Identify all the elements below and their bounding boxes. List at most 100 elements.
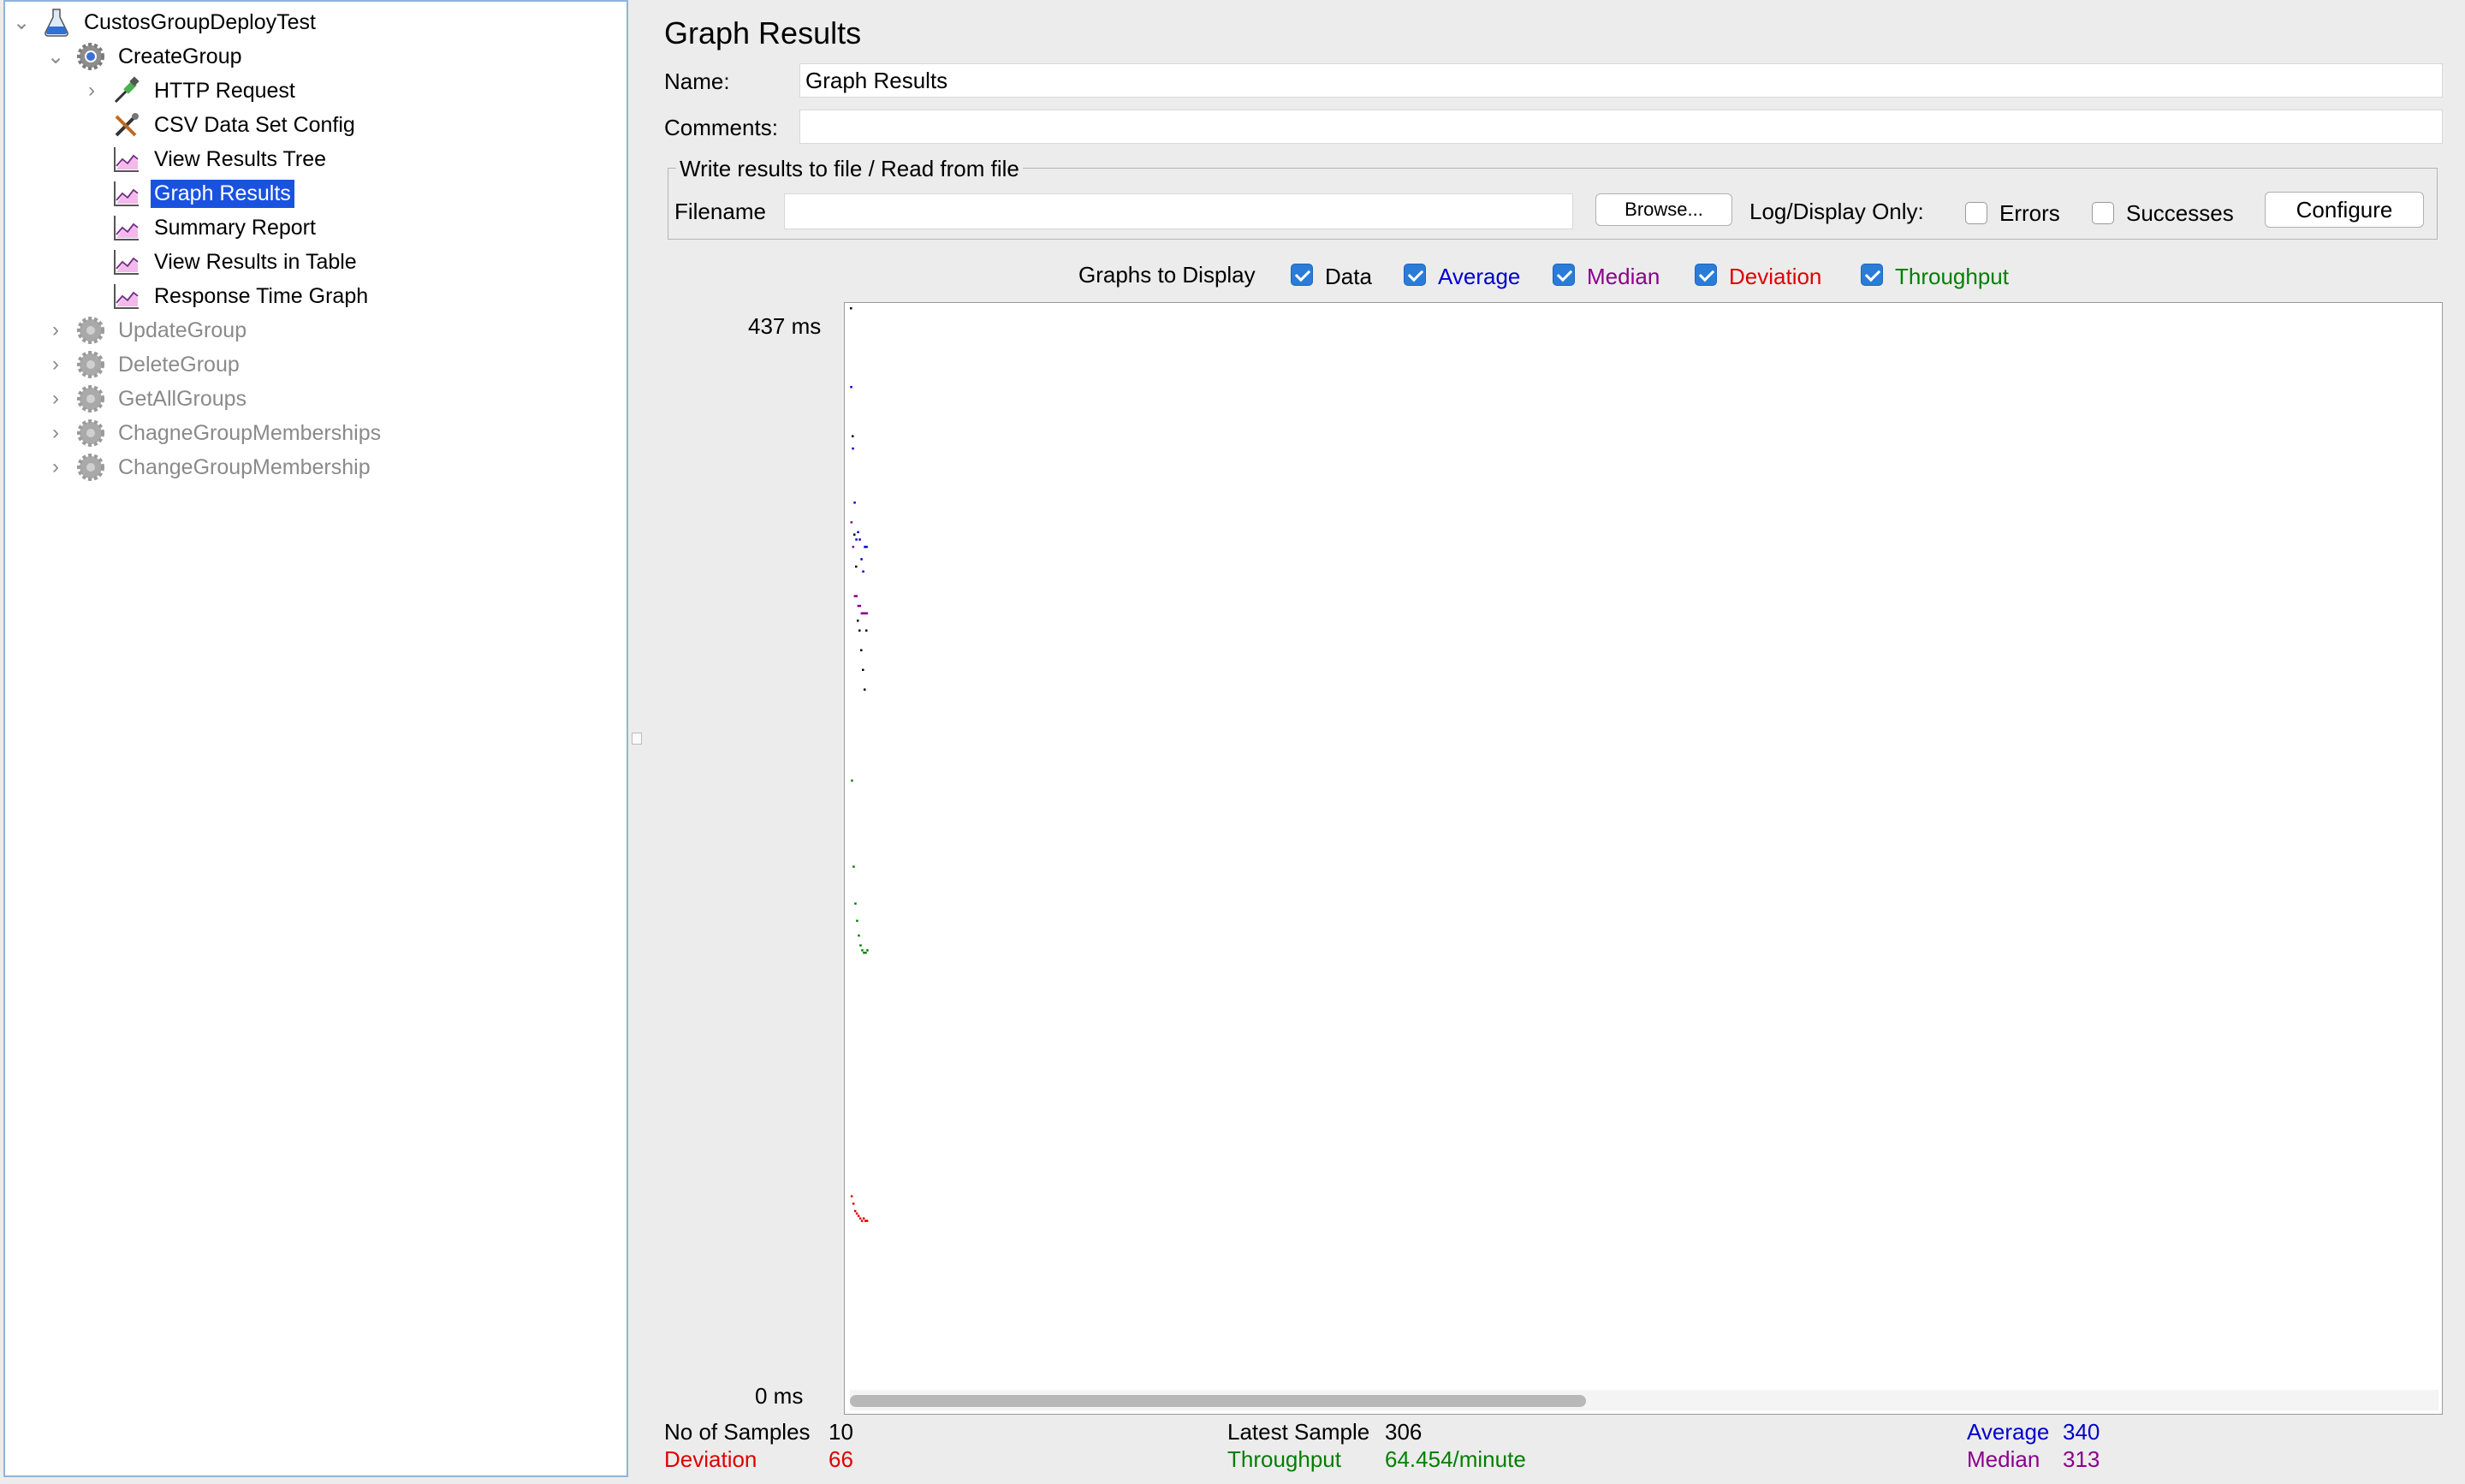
data-point-average: [857, 531, 859, 534]
data-point-throughput: [851, 779, 853, 782]
gear-icon: [75, 349, 106, 380]
data-point-deviation: [853, 1209, 857, 1213]
test-plan-tree[interactable]: ⌄ CustosGroupDeployTest ⌄ CreateGroup › …: [3, 0, 628, 1477]
data-checkbox[interactable]: [1291, 264, 1313, 286]
scrollbar-thumb[interactable]: [850, 1395, 1586, 1407]
tree-root[interactable]: ⌄ CustosGroupDeployTest: [12, 5, 319, 39]
data-point-throughput: [858, 934, 860, 937]
data-point-average: [862, 570, 864, 573]
successes-checkbox[interactable]: [2092, 202, 2114, 224]
tree-item-summary-report[interactable]: Summary Report: [82, 211, 319, 245]
data-point-throughput: [859, 944, 862, 947]
browse-button[interactable]: Browse...: [1595, 193, 1732, 226]
data-point-median: [855, 595, 858, 597]
tree-item-label: HTTP Request: [154, 78, 295, 103]
graph-icon: [111, 144, 142, 175]
tree-item-label: Summary Report: [154, 215, 316, 240]
tree-item-view-results-in-table[interactable]: View Results in Table: [82, 245, 360, 279]
gear-icon: [75, 41, 106, 72]
latest-sample-label: Latest Sample: [1227, 1419, 1370, 1445]
comments-field[interactable]: [799, 110, 2443, 144]
tree-item-label: UpdateGroup: [118, 318, 247, 342]
data-point-data: [850, 307, 852, 310]
data-point-median: [852, 545, 855, 549]
tree-item-creategroup[interactable]: ⌄ CreateGroup: [46, 39, 246, 74]
tree-item-csv-data-set-config[interactable]: CSV Data Set Config: [82, 108, 359, 142]
page-title: Graph Results: [664, 15, 862, 50]
tree-item-http-request[interactable]: › HTTP Request: [82, 74, 299, 108]
tree-item-deletegroup[interactable]: › DeleteGroup: [46, 347, 243, 382]
chevron-down-icon[interactable]: ⌄: [12, 10, 31, 35]
tree-item-label: CSV Data Set Config: [154, 112, 355, 137]
flask-icon: [41, 7, 72, 38]
median-option-label: Median: [1587, 264, 1660, 289]
latest-sample-value: 306: [1385, 1419, 1423, 1445]
data-point-median: [858, 604, 862, 608]
pipette-icon: [111, 75, 142, 106]
graphs-to-display-label: Graphs to Display: [1078, 262, 1256, 288]
tree-item-view-results-tree[interactable]: View Results Tree: [82, 142, 330, 176]
chevron-right-icon[interactable]: ›: [46, 387, 65, 411]
chevron-down-icon[interactable]: ⌄: [46, 45, 65, 69]
data-point-data: [853, 533, 856, 536]
graph-horizontal-scrollbar[interactable]: [850, 1390, 2438, 1410]
tree-item-label: View Results Tree: [154, 146, 327, 171]
tree-item-getallgroups[interactable]: › GetAllGroups: [46, 382, 250, 416]
average-checkbox[interactable]: [1404, 264, 1426, 286]
tree-item-graph-results[interactable]: Graph Results: [82, 176, 295, 211]
throughput-stat-label: Throughput: [1227, 1446, 1341, 1472]
chevron-right-icon[interactable]: ›: [46, 421, 65, 445]
median-stat-value: 313: [2063, 1446, 2100, 1472]
chevron-right-icon[interactable]: ›: [46, 455, 65, 479]
tree-item-label: DeleteGroup: [118, 352, 240, 377]
tree-item-updategroup[interactable]: › UpdateGroup: [46, 313, 250, 347]
deviation-option-label: Deviation: [1729, 264, 1822, 289]
average-stat-value: 340: [2063, 1419, 2100, 1445]
data-point-data: [855, 565, 858, 568]
tree-item-creategroup-label: CreateGroup: [118, 44, 242, 68]
tree-item-label: Response Time Graph: [154, 283, 369, 308]
graph-canvas: [844, 302, 2443, 1415]
data-point-data: [864, 688, 866, 691]
tree-root-label: CustosGroupDeployTest: [84, 9, 316, 34]
deviation-checkbox[interactable]: [1695, 264, 1717, 286]
data-point-median: [850, 521, 853, 524]
tree-item-changegroupmembership[interactable]: › ChangeGroupMembership: [46, 450, 374, 484]
filename-input[interactable]: [784, 193, 1573, 229]
data-point-throughput: [866, 949, 869, 952]
graph-plot: [850, 307, 869, 1222]
y-axis-min-label: 0 ms: [755, 1383, 804, 1409]
deviation-stat-value: 66: [829, 1446, 853, 1472]
chevron-right-icon[interactable]: ›: [46, 353, 65, 377]
configure-button[interactable]: Configure: [2265, 192, 2424, 228]
chevron-right-icon[interactable]: ›: [82, 79, 101, 103]
tree-item-chagnegroupmemberships[interactable]: › ChagneGroupMemberships: [46, 416, 384, 450]
data-point-average: [853, 502, 856, 504]
errors-checkbox[interactable]: [1965, 202, 1987, 224]
average-option-label: Average: [1438, 264, 1521, 289]
splitter-handle[interactable]: [632, 733, 642, 745]
data-point-deviation: [855, 1212, 858, 1215]
data-point-throughput: [864, 952, 867, 954]
data-point-data: [862, 668, 864, 671]
tree-item-label: ChangeGroupMembership: [118, 454, 371, 479]
file-group-label: Write results to file / Read from file: [676, 156, 1023, 182]
data-point-deviation: [862, 1217, 865, 1220]
data-point-average: [858, 538, 861, 541]
data-point-data: [858, 629, 861, 632]
filename-label: Filename: [674, 199, 766, 224]
data-point-deviation: [857, 1214, 860, 1218]
samples-label: No of Samples: [664, 1419, 811, 1445]
throughput-checkbox[interactable]: [1861, 264, 1883, 286]
chevron-right-icon[interactable]: ›: [46, 318, 65, 342]
tree-item-label: View Results in Table: [154, 249, 357, 274]
samples-value: 10: [829, 1419, 853, 1445]
data-point-average: [852, 447, 854, 450]
name-field[interactable]: Graph Results: [799, 63, 2443, 98]
data-point-data: [865, 629, 868, 632]
data-point-throughput: [854, 902, 857, 905]
median-checkbox[interactable]: [1553, 264, 1575, 286]
data-point-deviation: [850, 1195, 853, 1198]
tree-item-response-time-graph[interactable]: Response Time Graph: [82, 279, 371, 313]
data-point-throughput: [852, 865, 855, 868]
